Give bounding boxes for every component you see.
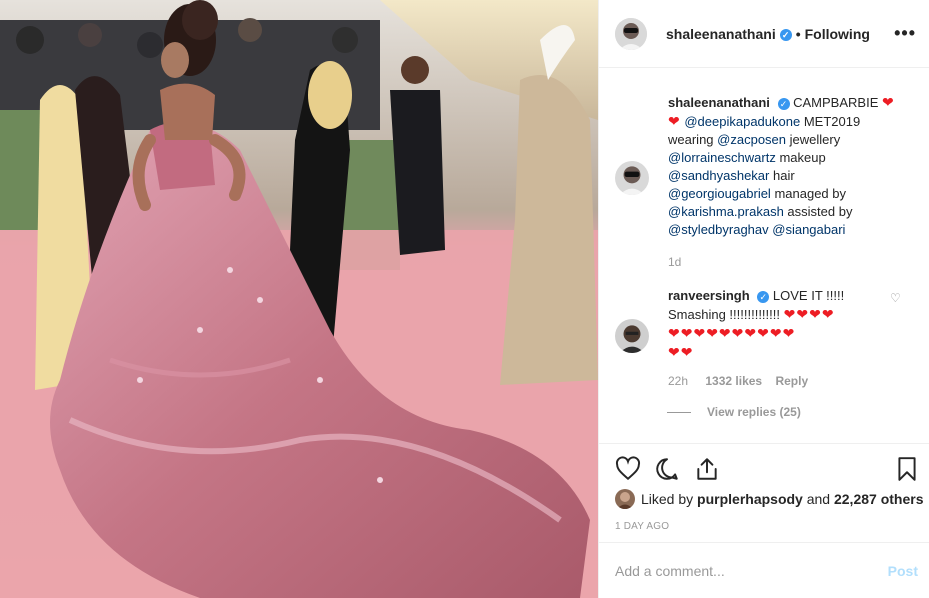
avatar-image — [615, 161, 649, 195]
liked-by-prefix: Liked by — [641, 491, 694, 507]
caption-text-6: managed by — [774, 186, 847, 201]
verified-icon: ✓ — [779, 28, 792, 41]
caption-text-3: jewellery — [789, 132, 841, 147]
mention-link[interactable]: @lorraineschwartz — [668, 150, 776, 165]
share-icon[interactable] — [694, 456, 720, 482]
caption-text-1: CAMPBARBIE — [793, 95, 879, 110]
post-header: shaleenanathani ✓ • Following ••• — [599, 0, 929, 68]
caption-text: shaleenanathani ✓ CAMPBARBIE ❤ ❤ @deepik… — [668, 93, 898, 271]
view-replies-label: View replies (25) — [707, 405, 801, 419]
liked-by-middle: and — [806, 491, 831, 507]
comment-input[interactable] — [615, 562, 875, 579]
mention-link[interactable]: @georgiougabriel — [668, 186, 771, 201]
liked-by: Liked by purplerhapsody and 22,287 other… — [615, 489, 923, 509]
liked-by-user[interactable]: purplerhapsody — [697, 491, 803, 507]
avatar[interactable] — [615, 161, 649, 195]
add-comment-bar: Post — [599, 542, 929, 598]
following-button[interactable]: Following — [805, 26, 870, 42]
action-bar — [599, 443, 929, 491]
avatar-image — [615, 17, 647, 50]
caption-text-5: hair — [773, 168, 795, 183]
caption-text-4: makeup — [779, 150, 826, 165]
post-button[interactable]: Post — [888, 563, 918, 579]
heart-emoji: ❤ — [668, 113, 681, 129]
comment-time: 22h — [668, 374, 689, 388]
mention-link[interactable]: @styledbyraghav — [668, 222, 769, 237]
post-side-panel: shaleenanathani ✓ • Following ••• shaleenan… — [598, 0, 929, 598]
comment-icon[interactable] — [654, 456, 680, 482]
heart-emoji: ❤❤❤❤❤❤❤❤❤❤ — [668, 325, 796, 341]
avatar[interactable] — [615, 319, 649, 353]
comment-meta: 22h 1332 likes Reply — [668, 372, 898, 390]
avatar-image — [615, 319, 649, 353]
post-photo-image — [0, 0, 598, 598]
separator-dot: • — [795, 25, 801, 42]
bookmark-icon[interactable] — [894, 456, 920, 482]
post-timestamp[interactable]: 1 DAY AGO — [615, 521, 669, 532]
comments-list[interactable]: shaleenanathani ✓ CAMPBARBIE ❤ ❤ @deepik… — [599, 69, 929, 443]
divider-line — [667, 411, 691, 413]
likes-count-link[interactable]: 22,287 others — [834, 491, 924, 507]
heart-icon[interactable] — [615, 456, 641, 482]
reply-button[interactable]: Reply — [775, 374, 808, 388]
header-username[interactable]: shaleenanathani ✓ • Following — [666, 26, 870, 42]
verified-icon: ✓ — [777, 97, 790, 110]
mention-link[interactable]: @deepikapadukone — [684, 114, 800, 129]
more-options-icon[interactable]: ••• — [894, 24, 916, 42]
mention-link[interactable]: @karishma.prakash — [668, 204, 784, 219]
comment-likes[interactable]: 1332 likes — [705, 374, 762, 388]
comment-text: ranveersingh ✓ LOVE IT !!!!! Smashing !!… — [668, 287, 898, 390]
comment-username[interactable]: ranveersingh — [668, 288, 750, 303]
mention-link[interactable]: @siangabari — [772, 222, 845, 237]
mention-link[interactable]: @zacposen — [717, 132, 786, 147]
view-replies-button[interactable]: View replies (25) — [667, 405, 801, 419]
post-photo[interactable] — [0, 0, 598, 598]
avatar[interactable] — [615, 489, 635, 509]
caption-username[interactable]: shaleenanathani — [668, 95, 770, 110]
verified-icon: ✓ — [757, 290, 770, 303]
caption-time: 1d — [668, 255, 682, 269]
mention-link[interactable]: @sandhyashekar — [668, 168, 769, 183]
heart-emoji: ❤ — [882, 94, 895, 110]
heart-emoji: ❤❤ — [668, 344, 694, 360]
header-username-text: shaleenanathani — [666, 25, 776, 42]
caption-text-7: assisted by — [787, 204, 853, 219]
heart-emoji: ❤❤❤❤ — [783, 306, 835, 322]
avatar[interactable] — [615, 17, 647, 50]
